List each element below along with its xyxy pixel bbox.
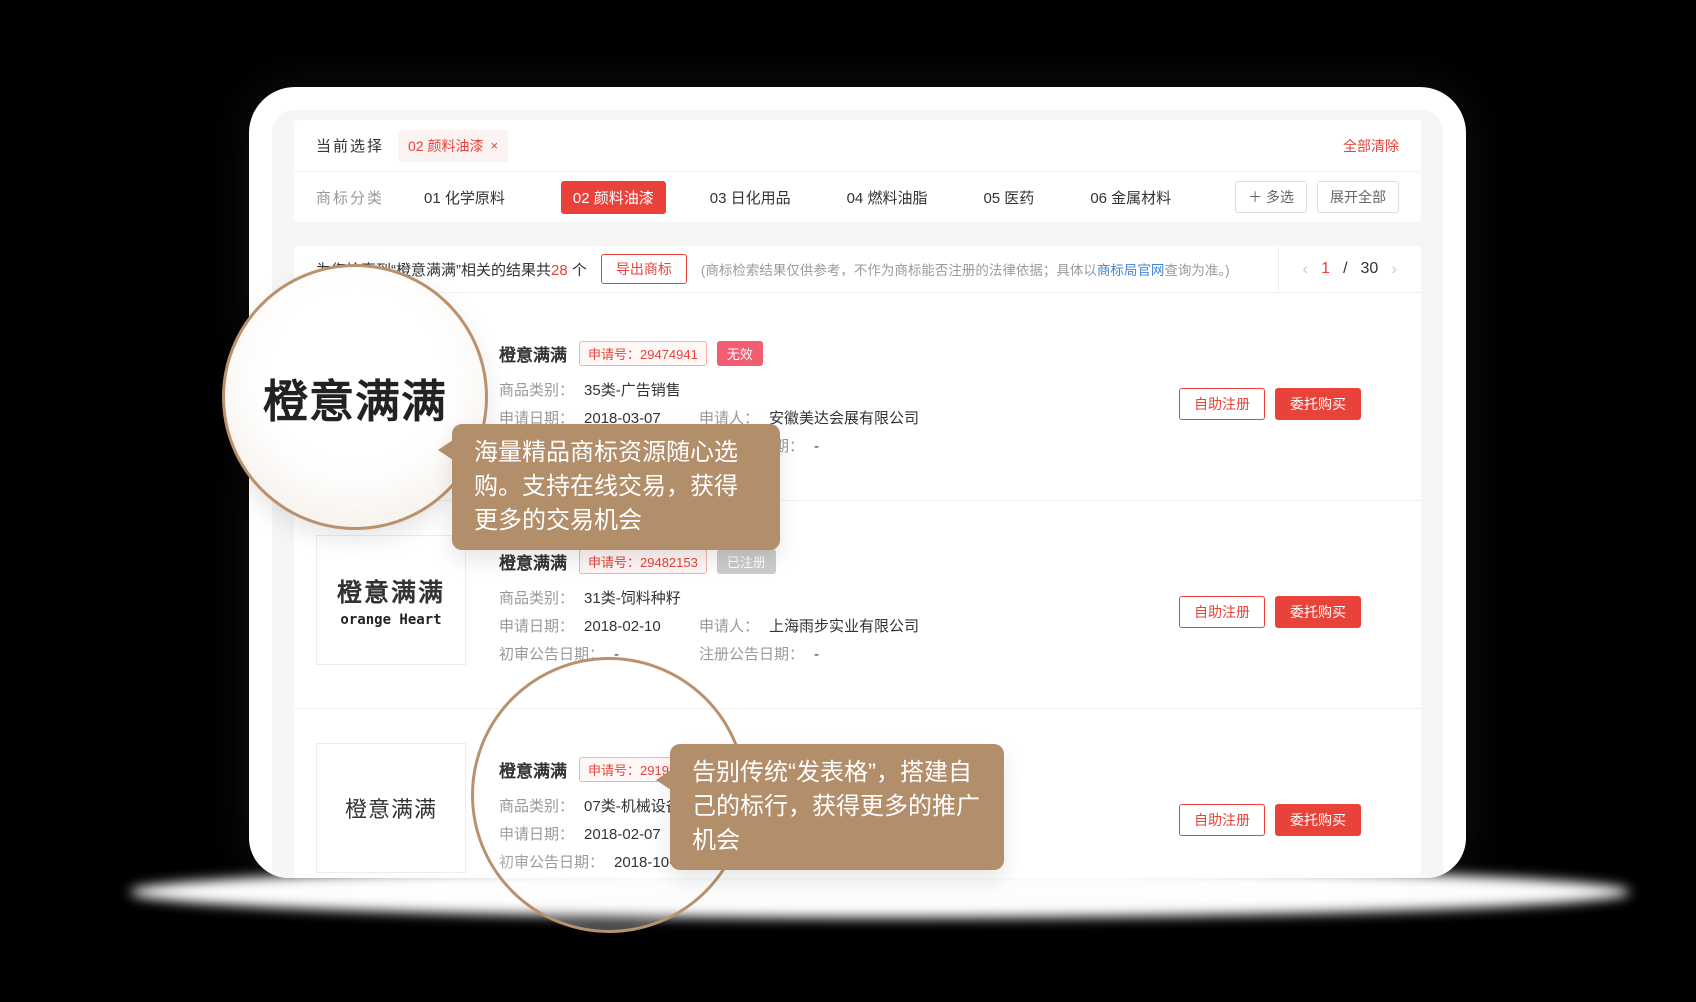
field-value: 上海雨步实业有限公司 bbox=[769, 617, 919, 637]
category-item-06[interactable]: 06 金属材料 bbox=[1090, 187, 1171, 208]
trademark-image-text: 橙意满满 bbox=[337, 573, 445, 609]
promo-tooltip-storefront: 告别传统“发表格”，搭建自己的标行，获得更多的推广机会 bbox=[670, 744, 1004, 870]
row-actions: 自助注册 委托购买 bbox=[1179, 596, 1361, 628]
status-badge: 无效 bbox=[717, 341, 763, 366]
field-label: 商品类别： bbox=[499, 589, 574, 609]
page-separator: / bbox=[1343, 260, 1347, 278]
category-item-03[interactable]: 03 日化用品 bbox=[710, 187, 791, 208]
trademark-image-text: 橙意满满 bbox=[345, 792, 437, 824]
filter-card: 当前选择 02 颜料油漆 × 全部清除 商标分类 01 化学原料 02 颜料油漆… bbox=[294, 120, 1421, 222]
clear-all-button[interactable]: 全部清除 bbox=[1343, 136, 1399, 156]
expand-all-button[interactable]: 展开全部 bbox=[1317, 181, 1399, 213]
status-badge: 已注册 bbox=[717, 549, 776, 574]
field-label: 注册公告日期： bbox=[699, 645, 804, 665]
results-header: 为您检索到“橙意满满”相关的结果共28 个 导出商标 (商标检索结果仅供参考，不… bbox=[294, 246, 1421, 293]
field-value: 31类-饲料种籽 bbox=[584, 589, 681, 609]
total-pages: 30 bbox=[1361, 260, 1379, 278]
screenshot-stage: 当前选择 02 颜料油漆 × 全部清除 商标分类 01 化学原料 02 颜料油漆… bbox=[0, 0, 1696, 1002]
category-row-label: 商标分类 bbox=[316, 187, 384, 208]
trademark-title-line: 橙意满满 申请号：29474941 无效 bbox=[499, 341, 1399, 365]
entrusted-purchase-button[interactable]: 委托购买 bbox=[1275, 804, 1361, 836]
self-register-button[interactable]: 自助注册 bbox=[1179, 388, 1265, 420]
category-item-02-selected[interactable]: 02 颜料油漆 bbox=[561, 181, 666, 214]
trademark-title-line: 橙意满满 申请号：29482153 已注册 bbox=[499, 549, 1399, 573]
trademark-image[interactable]: 橙意满满 bbox=[316, 743, 466, 873]
category-row: 商标分类 01 化学原料 02 颜料油漆 03 日化用品 04 燃料油脂 05 … bbox=[294, 172, 1421, 222]
application-number-badge: 申请号：29482153 bbox=[579, 549, 707, 574]
field-label: 商品类别： bbox=[499, 381, 574, 401]
category-item-01[interactable]: 01 化学原料 bbox=[424, 187, 505, 208]
field-value: 安徽美达会展有限公司 bbox=[769, 409, 919, 429]
self-register-button[interactable]: 自助注册 bbox=[1179, 804, 1265, 836]
magnified-trademark-text: 橙意满满 bbox=[263, 365, 447, 430]
current-page: 1 bbox=[1321, 260, 1330, 278]
disclaimer-post: 查询为准。) bbox=[1164, 263, 1229, 278]
trademark-image-subtext: orange Heart bbox=[340, 612, 441, 628]
field-pair: 申请人： 上海雨步实业有限公司 bbox=[699, 617, 919, 637]
self-register-button[interactable]: 自助注册 bbox=[1179, 596, 1265, 628]
category-actions: ＋ 多选 展开全部 bbox=[1235, 181, 1399, 213]
next-page-icon[interactable]: › bbox=[1391, 259, 1397, 279]
trademark-name[interactable]: 橙意满满 bbox=[499, 549, 567, 574]
trademark-name[interactable]: 橙意满满 bbox=[499, 341, 567, 366]
row-actions: 自助注册 委托购买 bbox=[1179, 804, 1361, 836]
field-pair: 注册公告日期： - bbox=[699, 645, 819, 665]
pagination: ‹ 1 / 30 › bbox=[1278, 246, 1422, 292]
selected-filter-tag-text: 02 颜料油漆 bbox=[408, 136, 483, 156]
field-value: - bbox=[814, 437, 819, 457]
results-count-suffix: 个 bbox=[568, 262, 587, 279]
remove-filter-icon[interactable]: × bbox=[490, 138, 498, 153]
row-actions: 自助注册 委托购买 bbox=[1179, 388, 1361, 420]
promo-tooltip-marketplace: 海量精品商标资源随心选购。支持在线交易，获得更多的交易机会 bbox=[452, 424, 780, 550]
current-selection-label: 当前选择 bbox=[316, 135, 384, 156]
field-value: - bbox=[814, 645, 819, 665]
field-value: 35类-广告销售 bbox=[584, 381, 681, 401]
multi-select-button[interactable]: ＋ 多选 bbox=[1235, 181, 1307, 213]
entrusted-purchase-button[interactable]: 委托购买 bbox=[1275, 596, 1361, 628]
export-trademarks-button[interactable]: 导出商标 bbox=[601, 254, 687, 284]
trademark-image[interactable]: 橙意满满 orange Heart bbox=[316, 535, 466, 665]
category-item-04[interactable]: 04 燃料油脂 bbox=[847, 187, 928, 208]
disclaimer-pre: (商标检索结果仅供参考，不作为商标能否注册的法律依据；具体以 bbox=[701, 263, 1097, 278]
field-label: 申请人： bbox=[699, 617, 759, 637]
selected-filter-tag[interactable]: 02 颜料油漆 × bbox=[398, 130, 508, 162]
results-count-number: 28 bbox=[551, 262, 568, 279]
field-label: 申请日期： bbox=[499, 617, 574, 637]
magnifier-circle-top: 橙意满满 bbox=[222, 264, 488, 530]
trademark-office-link[interactable]: 商标局官网 bbox=[1097, 263, 1165, 278]
entrusted-purchase-button[interactable]: 委托购买 bbox=[1275, 388, 1361, 420]
field-value: 2018-02-10 bbox=[584, 617, 661, 637]
field-pair: 申请日期： 2018-02-10 bbox=[499, 617, 699, 637]
category-item-05[interactable]: 05 医药 bbox=[983, 187, 1034, 208]
disclaimer-text: (商标检索结果仅供参考，不作为商标能否注册的法律依据；具体以商标局官网查询为准。… bbox=[701, 259, 1230, 279]
prev-page-icon[interactable]: ‹ bbox=[1303, 259, 1309, 279]
current-selection-row: 当前选择 02 颜料油漆 × 全部清除 bbox=[294, 120, 1421, 171]
application-number-badge: 申请号：29474941 bbox=[579, 341, 707, 366]
